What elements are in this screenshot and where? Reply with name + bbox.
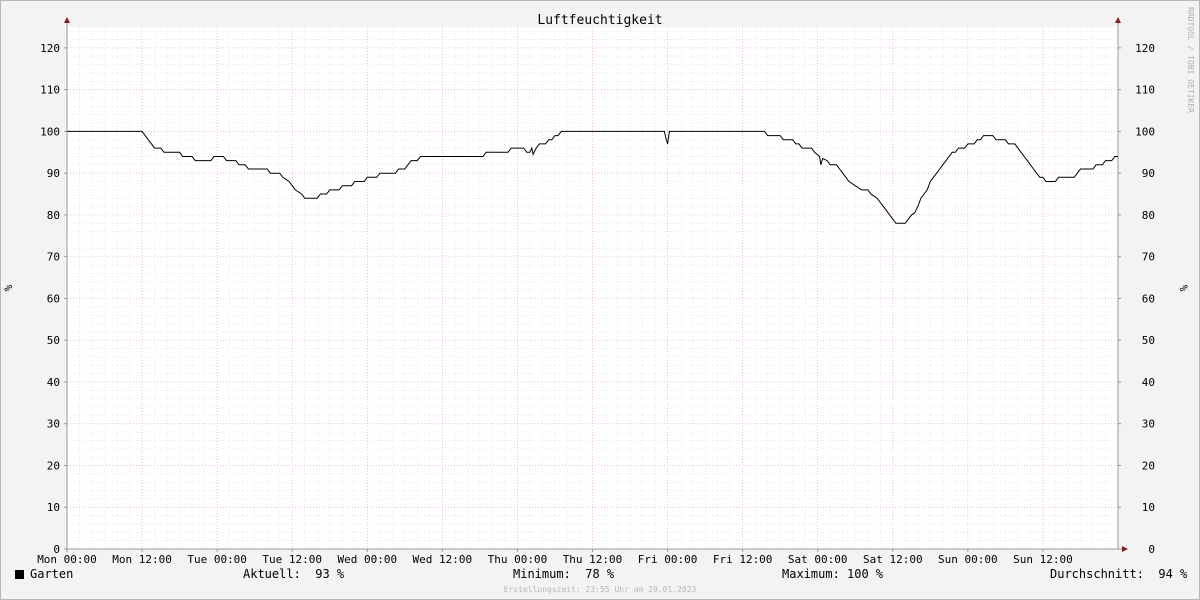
legend-series-name: Garten	[30, 567, 74, 581]
x-axis-arrow	[1122, 546, 1128, 552]
creation-time: Erstellungszeit: 23:55 Uhr am 29.01.2023	[503, 585, 697, 594]
x-tick-label: Tue 12:00	[262, 553, 322, 566]
y-axis-label-right: %	[1177, 285, 1190, 292]
y-tick-label-left: 40	[47, 376, 60, 389]
humidity-chart: 0 010 1020 2030 3040 4050 5060 6070 7080 8090 9010…	[2, 7, 1195, 566]
x-tick-label: Fri 00:00	[638, 553, 698, 566]
legend-swatch	[15, 570, 24, 579]
legend-maximum: Maximum: 100 %	[782, 567, 884, 581]
x-tick-label: Sat 12:00	[863, 553, 923, 566]
y-tick-label-left: 120	[40, 42, 60, 55]
y-tick-label-left: 110	[40, 84, 60, 97]
x-tick-label: Thu 00:00	[488, 553, 548, 566]
y-tick-label-right: 0	[1148, 543, 1155, 556]
y-tick-label-left: 30	[47, 418, 60, 431]
y-tick-label-left: 100	[40, 125, 60, 138]
y-tick-label-right: 10	[1142, 501, 1155, 514]
x-tick-label: Wed 12:00	[413, 553, 473, 566]
x-tick-label: Wed 00:00	[337, 553, 397, 566]
x-tick-label: Sun 00:00	[938, 553, 998, 566]
y-tick-label-right: 20	[1142, 459, 1155, 472]
y-tick-label-left: 20	[47, 459, 60, 472]
y-axis-arrow-left	[64, 17, 70, 23]
rrdtool-credit: RRDTOOL / TOBI OETIKER	[1186, 7, 1195, 113]
y-tick-label-right: 100	[1135, 125, 1155, 138]
y-tick-label-left: 90	[47, 167, 60, 180]
y-axis-arrow-right	[1115, 17, 1121, 23]
y-tick-label-left: 60	[47, 292, 60, 305]
y-tick-label-right: 60	[1142, 292, 1155, 305]
y-tick-label-left: 50	[47, 334, 60, 347]
y-tick-label-left: 10	[47, 501, 60, 514]
y-tick-label-right: 70	[1142, 251, 1155, 264]
y-tick-label-left: 70	[47, 251, 60, 264]
x-tick-label: Tue 00:00	[187, 553, 247, 566]
legend-average: Durchschnitt: 94 %	[1050, 567, 1188, 581]
legend-minimum: Minimum: 78 %	[513, 567, 615, 581]
y-tick-label-right: 110	[1135, 84, 1155, 97]
y-tick-label-right: 50	[1142, 334, 1155, 347]
y-tick-label-right: 80	[1142, 209, 1155, 222]
y-tick-label-right: 40	[1142, 376, 1155, 389]
x-tick-label: Thu 12:00	[563, 553, 623, 566]
y-tick-label-left: 80	[47, 209, 60, 222]
legend-current: Aktuell: 93 %	[243, 567, 345, 581]
x-tick-label: Sun 12:00	[1013, 553, 1073, 566]
x-tick-label: Sat 00:00	[788, 553, 848, 566]
chart-title: Luftfeuchtigkeit	[537, 13, 662, 28]
y-tick-label-right: 120	[1135, 42, 1155, 55]
x-tick-label: Mon 00:00	[37, 553, 97, 566]
x-tick-label: Fri 12:00	[713, 553, 773, 566]
y-tick-label-right: 30	[1142, 418, 1155, 431]
x-tick-label: Mon 12:00	[112, 553, 172, 566]
y-axis-label-left: %	[2, 284, 15, 291]
y-tick-label-right: 90	[1142, 167, 1155, 180]
